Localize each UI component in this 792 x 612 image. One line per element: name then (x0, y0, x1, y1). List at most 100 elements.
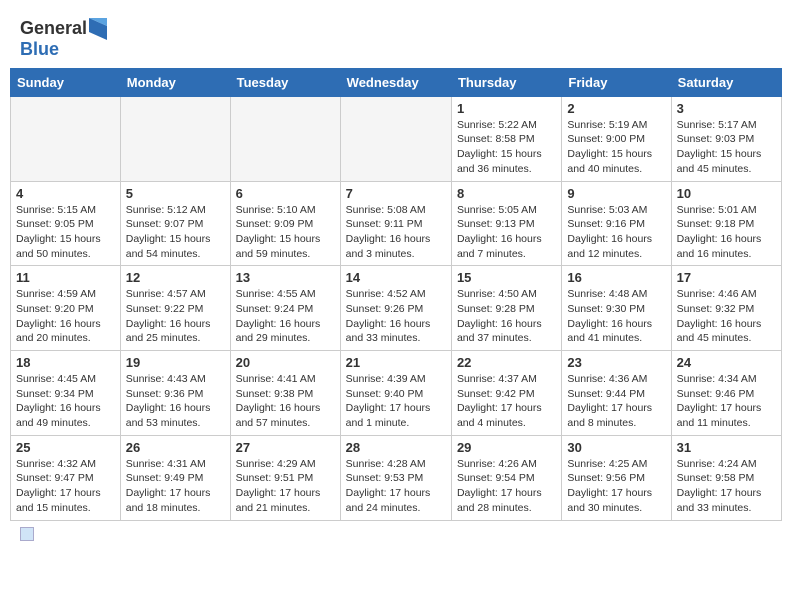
day-info: Sunrise: 4:34 AM Sunset: 9:46 PM Dayligh… (677, 372, 776, 431)
weekday-header-tuesday: Tuesday (230, 68, 340, 96)
calendar-cell: 23Sunrise: 4:36 AM Sunset: 9:44 PM Dayli… (562, 351, 671, 436)
day-number: 19 (126, 355, 225, 370)
calendar-cell: 6 Sunrise: 5:10 AM Sunset: 9:09 PM Daylig… (230, 181, 340, 266)
calendar-cell: 31 Sunrise: 4:24 AM Sunset: 9:58 PM Dayli… (671, 435, 781, 520)
calendar-table: SundayMondayTuesdayWednesdayThursdayFrid… (10, 68, 782, 521)
day-number: 21 (346, 355, 446, 370)
calendar-cell: 7 Sunrise: 5:08 AM Sunset: 9:11 PM Daylig… (340, 181, 451, 266)
day-info: Sunrise: 4:46 AM Sunset: 9:32 PM Dayligh… (677, 287, 776, 346)
calendar-cell: 12 Sunrise: 4:57 AM Sunset: 9:22 PM Dayli… (120, 266, 230, 351)
day-info: Sunrise: 5:03 AM Sunset: 9:16 PM Dayligh… (567, 203, 665, 262)
day-number: 6 (236, 186, 335, 201)
calendar-cell: 17Sunrise: 4:46 AM Sunset: 9:32 PM Dayli… (671, 266, 781, 351)
week-row-4: 18Sunrise: 4:45 AM Sunset: 9:34 PM Dayli… (11, 351, 782, 436)
day-number: 25 (16, 440, 115, 455)
day-info: Sunrise: 5:05 AM Sunset: 9:13 PM Dayligh… (457, 203, 556, 262)
day-number: 3 (677, 101, 776, 116)
day-info: Sunrise: 4:36 AM Sunset: 9:44 PM Dayligh… (567, 372, 665, 431)
day-info: Sunrise: 4:48 AM Sunset: 9:30 PM Dayligh… (567, 287, 665, 346)
day-info: Sunrise: 5:17 AM Sunset: 9:03 PM Dayligh… (677, 118, 776, 177)
calendar-cell: 27 Sunrise: 4:29 AM Sunset: 9:51 PM Dayli… (230, 435, 340, 520)
day-number: 16 (567, 270, 665, 285)
logo: General Blue (20, 18, 107, 60)
weekday-header-monday: Monday (120, 68, 230, 96)
day-number: 12 (126, 270, 225, 285)
day-info: Sunrise: 4:43 AM Sunset: 9:36 PM Dayligh… (126, 372, 225, 431)
calendar-cell: 1Sunrise: 5:22 AM Sunset: 8:58 PM Daylig… (451, 96, 561, 181)
calendar-cell: 30Sunrise: 4:25 AM Sunset: 9:56 PM Dayli… (562, 435, 671, 520)
calendar-cell: 21Sunrise: 4:39 AM Sunset: 9:40 PM Dayli… (340, 351, 451, 436)
weekday-header-saturday: Saturday (671, 68, 781, 96)
logo-icon (89, 18, 107, 40)
calendar-cell: 9 Sunrise: 5:03 AM Sunset: 9:16 PM Daylig… (562, 181, 671, 266)
calendar-cell: 25Sunrise: 4:32 AM Sunset: 9:47 PM Dayli… (11, 435, 121, 520)
day-number: 11 (16, 270, 115, 285)
header: General Blue (10, 10, 782, 64)
weekday-header-wednesday: Wednesday (340, 68, 451, 96)
day-info: Sunrise: 5:15 AM Sunset: 9:05 PM Dayligh… (16, 203, 115, 262)
calendar-cell: 18Sunrise: 4:45 AM Sunset: 9:34 PM Dayli… (11, 351, 121, 436)
calendar-cell: 3 Sunrise: 5:17 AM Sunset: 9:03 PM Daylig… (671, 96, 781, 181)
day-info: Sunrise: 4:55 AM Sunset: 9:24 PM Dayligh… (236, 287, 335, 346)
calendar-cell: 4Sunrise: 5:15 AM Sunset: 9:05 PM Daylig… (11, 181, 121, 266)
day-info: Sunrise: 4:50 AM Sunset: 9:28 PM Dayligh… (457, 287, 556, 346)
logo-blue: Blue (20, 40, 107, 60)
day-number: 7 (346, 186, 446, 201)
day-number: 15 (457, 270, 556, 285)
calendar-cell (120, 96, 230, 181)
day-info: Sunrise: 4:29 AM Sunset: 9:51 PM Dayligh… (236, 457, 335, 516)
footer (10, 521, 782, 541)
day-info: Sunrise: 4:26 AM Sunset: 9:54 PM Dayligh… (457, 457, 556, 516)
calendar-cell: 2Sunrise: 5:19 AM Sunset: 9:00 PM Daylig… (562, 96, 671, 181)
day-number: 27 (236, 440, 335, 455)
calendar-cell: 16 Sunrise: 4:48 AM Sunset: 9:30 PM Dayli… (562, 266, 671, 351)
day-number: 10 (677, 186, 776, 201)
calendar-cell: 22 Sunrise: 4:37 AM Sunset: 9:42 PM Dayli… (451, 351, 561, 436)
weekday-header-friday: Friday (562, 68, 671, 96)
day-number: 9 (567, 186, 665, 201)
calendar-cell: 28Sunrise: 4:28 AM Sunset: 9:53 PM Dayli… (340, 435, 451, 520)
calendar-cell (11, 96, 121, 181)
daylight-legend-box (20, 527, 34, 541)
calendar-cell: 26 Sunrise: 4:31 AM Sunset: 9:49 PM Dayli… (120, 435, 230, 520)
calendar-cell: 15 Sunrise: 4:50 AM Sunset: 9:28 PM Dayli… (451, 266, 561, 351)
day-number: 20 (236, 355, 335, 370)
day-info: Sunrise: 4:37 AM Sunset: 9:42 PM Dayligh… (457, 372, 556, 431)
day-number: 13 (236, 270, 335, 285)
day-number: 22 (457, 355, 556, 370)
day-number: 5 (126, 186, 225, 201)
calendar-cell: 24 Sunrise: 4:34 AM Sunset: 9:46 PM Dayli… (671, 351, 781, 436)
calendar-cell: 11 Sunrise: 4:59 AM Sunset: 9:20 PM Dayli… (11, 266, 121, 351)
day-info: Sunrise: 4:52 AM Sunset: 9:26 PM Dayligh… (346, 287, 446, 346)
day-number: 26 (126, 440, 225, 455)
calendar-cell: 10 Sunrise: 5:01 AM Sunset: 9:18 PM Dayli… (671, 181, 781, 266)
calendar-cell (340, 96, 451, 181)
day-info: Sunrise: 4:45 AM Sunset: 9:34 PM Dayligh… (16, 372, 115, 431)
day-info: Sunrise: 4:28 AM Sunset: 9:53 PM Dayligh… (346, 457, 446, 516)
day-number: 8 (457, 186, 556, 201)
day-info: Sunrise: 5:12 AM Sunset: 9:07 PM Dayligh… (126, 203, 225, 262)
day-info: Sunrise: 5:08 AM Sunset: 9:11 PM Dayligh… (346, 203, 446, 262)
day-info: Sunrise: 4:31 AM Sunset: 9:49 PM Dayligh… (126, 457, 225, 516)
weekday-header-row: SundayMondayTuesdayWednesdayThursdayFrid… (11, 68, 782, 96)
day-number: 24 (677, 355, 776, 370)
week-row-5: 25Sunrise: 4:32 AM Sunset: 9:47 PM Dayli… (11, 435, 782, 520)
weekday-header-sunday: Sunday (11, 68, 121, 96)
day-info: Sunrise: 4:57 AM Sunset: 9:22 PM Dayligh… (126, 287, 225, 346)
calendar-cell: 14Sunrise: 4:52 AM Sunset: 9:26 PM Dayli… (340, 266, 451, 351)
weekday-header-thursday: Thursday (451, 68, 561, 96)
day-number: 2 (567, 101, 665, 116)
day-info: Sunrise: 4:59 AM Sunset: 9:20 PM Dayligh… (16, 287, 115, 346)
week-row-2: 4Sunrise: 5:15 AM Sunset: 9:05 PM Daylig… (11, 181, 782, 266)
day-info: Sunrise: 5:01 AM Sunset: 9:18 PM Dayligh… (677, 203, 776, 262)
week-row-3: 11 Sunrise: 4:59 AM Sunset: 9:20 PM Dayli… (11, 266, 782, 351)
day-number: 29 (457, 440, 556, 455)
day-info: Sunrise: 4:24 AM Sunset: 9:58 PM Dayligh… (677, 457, 776, 516)
day-number: 31 (677, 440, 776, 455)
week-row-1: 1Sunrise: 5:22 AM Sunset: 8:58 PM Daylig… (11, 96, 782, 181)
day-number: 30 (567, 440, 665, 455)
day-info: Sunrise: 5:22 AM Sunset: 8:58 PM Dayligh… (457, 118, 556, 177)
day-info: Sunrise: 5:10 AM Sunset: 9:09 PM Dayligh… (236, 203, 335, 262)
day-info: Sunrise: 4:41 AM Sunset: 9:38 PM Dayligh… (236, 372, 335, 431)
calendar-cell: 8 Sunrise: 5:05 AM Sunset: 9:13 PM Daylig… (451, 181, 561, 266)
